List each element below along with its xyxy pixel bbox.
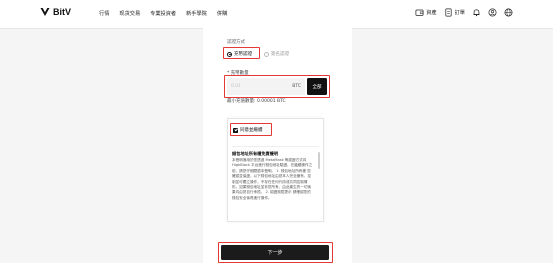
nav-market[interactable]: 行情 [99, 10, 109, 17]
main-nav: 行情 现货交易 专業投資者 新手學院 併購 [99, 10, 227, 17]
brand-logo[interactable]: BitV [40, 7, 71, 17]
assets-label: 資產 [426, 10, 437, 16]
logo-icon [40, 8, 50, 16]
agreement-divider [232, 146, 319, 147]
orders-label: 訂單 [454, 10, 465, 16]
terms-scrollbar[interactable] [318, 152, 320, 169]
terms-text: 本聲明適用於您透過 MetaMask 等認證方式向 HighBlock 平台進行… [232, 158, 313, 200]
orders-icon [444, 8, 453, 17]
nav-academy[interactable]: 新手學院 [186, 10, 207, 17]
highlight-radio [223, 47, 260, 59]
wallet-icon [415, 8, 424, 17]
orders-button[interactable]: 訂單 [444, 8, 465, 17]
method-label: 認證方式 [227, 40, 245, 45]
highlight-next [218, 242, 333, 263]
terms-title: 錢包地址所有權免責聲明 [232, 151, 279, 156]
nav-spot-trading[interactable]: 现货交易 [119, 10, 140, 17]
radio-signature-verify-label: 簽名認證 [271, 52, 289, 57]
highlight-amount [224, 75, 330, 98]
header-actions: 資產 訂單 [415, 8, 513, 17]
radio-dot [264, 51, 269, 57]
bell-icon[interactable] [472, 8, 481, 17]
nav-pro-investor[interactable]: 专業投資者 [150, 10, 176, 17]
top-navbar: BitV 行情 现货交易 专業投資者 新手學院 併購 資產 訂單 [0, 0, 553, 29]
user-icon[interactable] [488, 8, 497, 17]
brand-name: BitV [53, 7, 71, 17]
highlight-agree [230, 123, 272, 136]
assets-button[interactable]: 資產 [415, 8, 437, 17]
radio-signature-verify[interactable]: 簽名認證 [264, 51, 289, 57]
min-amount-text: 最小充值數量: 0.00001 BTC [227, 99, 286, 104]
globe-icon[interactable] [504, 8, 513, 17]
nav-merger[interactable]: 併購 [217, 10, 227, 17]
